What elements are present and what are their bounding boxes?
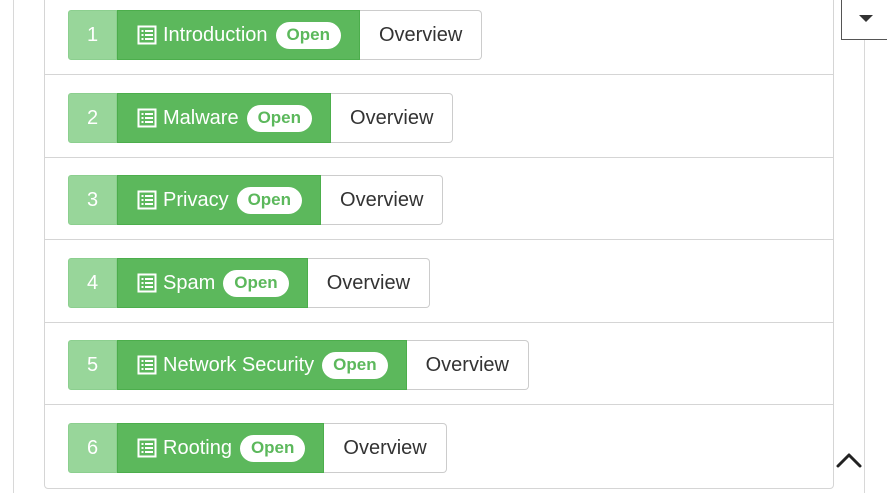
chevron-up-icon[interactable]	[835, 446, 863, 474]
module-number: 3	[68, 175, 117, 225]
module-button-group: 5 Network Security Open Overview	[68, 340, 529, 390]
module-row: 5 Network Security Open Overview	[45, 323, 833, 405]
overview-button[interactable]: Overview	[359, 10, 483, 60]
status-badge: Open	[223, 269, 289, 297]
list-document-icon	[137, 25, 157, 45]
status-badge: Open	[236, 186, 303, 214]
module-number: 4	[68, 258, 117, 308]
module-title: Spam	[163, 271, 216, 294]
list-document-icon	[137, 438, 157, 458]
overview-button[interactable]: Overview	[321, 175, 444, 225]
dropdown-toggle-button[interactable]	[841, 0, 887, 40]
module-title: Network Security	[163, 353, 315, 376]
module-number: 2	[68, 93, 117, 143]
module-button-group: 3 Privacy Open Overview	[68, 175, 444, 225]
module-open-button[interactable]: Introduction Open	[117, 10, 360, 60]
module-open-button[interactable]: Spam Open	[117, 258, 308, 308]
module-open-button[interactable]: Network Security Open	[117, 340, 407, 390]
module-open-button[interactable]: Privacy Open	[117, 175, 322, 225]
module-number: 6	[68, 423, 117, 473]
module-list: 1 Introduction Open Overview 2 Malware O…	[44, 0, 834, 489]
list-document-icon	[137, 190, 157, 210]
overview-button[interactable]: Overview	[406, 340, 529, 390]
module-button-group: 1 Introduction Open Overview	[68, 10, 483, 60]
module-title: Privacy	[163, 188, 229, 211]
module-title: Rooting	[163, 436, 232, 459]
module-button-group: 6 Rooting Open Overview	[68, 423, 447, 473]
status-badge: Open	[239, 434, 306, 462]
status-badge: Open	[246, 104, 313, 132]
overview-button[interactable]: Overview	[307, 258, 431, 308]
overview-button[interactable]: Overview	[324, 423, 447, 473]
module-open-button[interactable]: Rooting Open	[117, 423, 325, 473]
module-button-group: 2 Malware Open Overview	[68, 93, 454, 143]
caret-down-icon	[858, 14, 873, 22]
module-row: 1 Introduction Open Overview	[45, 0, 833, 75]
list-document-icon	[137, 273, 157, 293]
list-document-icon	[137, 355, 157, 375]
overview-button[interactable]: Overview	[331, 93, 454, 143]
module-row: 2 Malware Open Overview	[45, 76, 833, 158]
status-badge: Open	[322, 351, 388, 379]
module-row: 3 Privacy Open Overview	[45, 158, 833, 240]
module-open-button[interactable]: Malware Open	[117, 93, 332, 143]
status-badge: Open	[275, 21, 341, 49]
module-row: 4 Spam Open Overview	[45, 241, 833, 323]
module-title: Malware	[163, 106, 239, 129]
list-document-icon	[137, 108, 157, 128]
module-number: 1	[68, 10, 117, 60]
page: 1 Introduction Open Overview 2 Malware O…	[0, 0, 887, 493]
module-title: Introduction	[163, 23, 268, 46]
module-number: 5	[68, 340, 117, 390]
module-button-group: 4 Spam Open Overview	[68, 258, 431, 308]
module-row: 6 Rooting Open Overview	[45, 406, 833, 488]
